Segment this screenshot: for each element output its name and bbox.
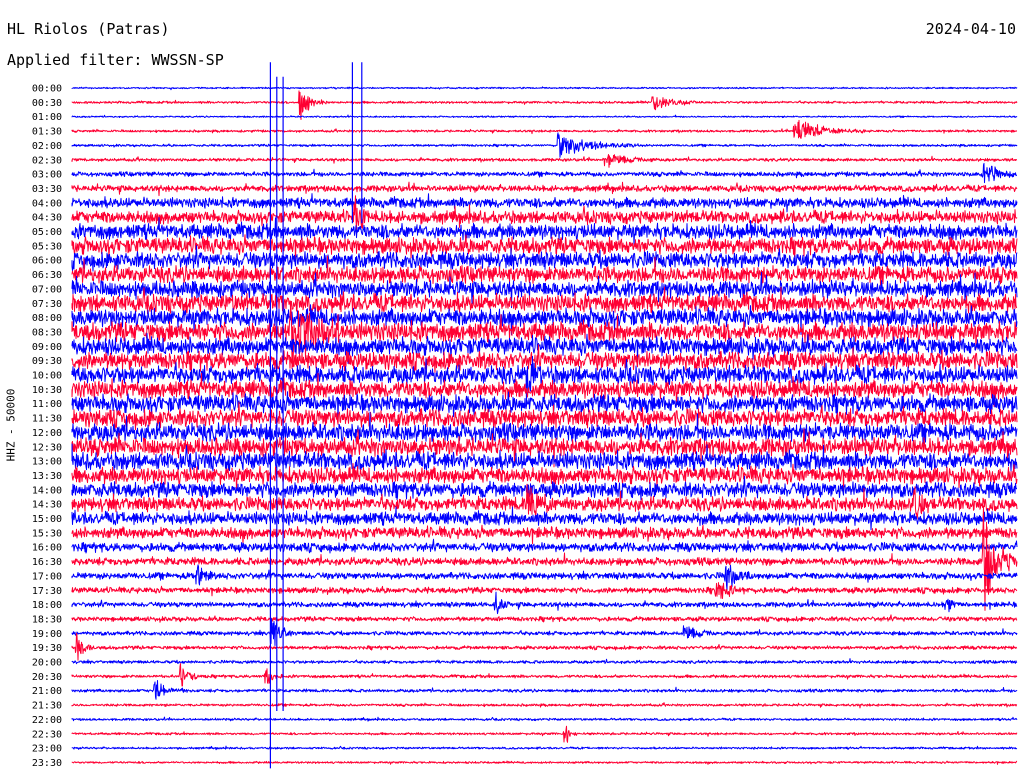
trace-row-0300: [71, 162, 1017, 184]
row-label-0600: 06:00: [32, 256, 62, 267]
row-label-1300: 13:00: [32, 457, 62, 468]
trace-row-2000: [71, 658, 1018, 665]
row-label-2100: 21:00: [32, 686, 62, 697]
trace-row-0230: [71, 154, 1018, 168]
trace-row-1930: [71, 632, 1018, 661]
seismic-traces: [71, 86, 1018, 765]
trace-row-1530: [71, 524, 1018, 545]
trace-row-2130: [71, 702, 1018, 709]
row-label-0830: 08:30: [32, 327, 62, 338]
row-label-0700: 07:00: [32, 284, 62, 295]
trace-row-1500: [71, 506, 1018, 531]
row-label-0230: 02:30: [32, 155, 62, 166]
trace-row-0400: [71, 193, 1018, 213]
row-label-0930: 09:30: [32, 356, 62, 367]
row-label-2330: 23:30: [32, 758, 62, 769]
row-label-1930: 19:30: [32, 643, 62, 654]
station-title: HL Riolos (Patras): [7, 20, 170, 38]
row-time-labels: 00:00 00:30 01:00 01:30 02:00 02:30 03:00 03:30…: [32, 84, 62, 769]
row-label-2130: 21:30: [32, 701, 62, 712]
row-label-0400: 04:00: [32, 198, 62, 209]
row-label-0500: 05:00: [32, 227, 62, 238]
row-label-2230: 22:30: [32, 729, 62, 740]
row-label-0030: 00:30: [32, 98, 62, 109]
row-label-1030: 10:30: [32, 385, 62, 396]
row-label-1200: 12:00: [32, 428, 62, 439]
trace-row-1800: [71, 591, 1018, 615]
row-label-2030: 20:30: [32, 672, 62, 683]
row-label-1730: 17:30: [32, 586, 62, 597]
row-label-1900: 19:00: [32, 629, 62, 640]
trace-row-1600: [71, 538, 1018, 554]
row-label-0330: 03:30: [32, 184, 62, 195]
row-label-1830: 18:30: [32, 614, 62, 625]
trace-row-2200: [71, 716, 1018, 722]
row-label-0730: 07:30: [32, 299, 62, 310]
row-label-1130: 11:30: [32, 414, 62, 425]
trace-row-0500: [71, 217, 1018, 247]
trace-row-2330: [71, 760, 1018, 765]
row-label-1400: 14:00: [32, 485, 62, 496]
row-label-1800: 18:00: [32, 600, 62, 611]
row-label-1500: 15:00: [32, 514, 62, 525]
trace-row-0130: [71, 119, 1017, 139]
row-label-1700: 17:00: [32, 571, 62, 582]
date-label: 2024-04-10: [925, 20, 1016, 38]
row-label-0130: 01:30: [32, 127, 62, 138]
trace-row-2300: [71, 745, 1018, 751]
row-label-0200: 02:00: [32, 141, 62, 152]
channel-axis-label: HHZ - 50000: [4, 388, 18, 462]
row-label-0800: 08:00: [32, 313, 62, 324]
trace-row-0100: [71, 114, 1018, 119]
row-label-2300: 23:00: [32, 744, 62, 755]
trace-row-0030: [71, 90, 1018, 120]
row-label-2000: 20:00: [32, 658, 62, 669]
row-label-1630: 16:30: [32, 557, 62, 568]
row-label-0100: 01:00: [32, 112, 62, 123]
trace-row-2230: [71, 725, 1018, 743]
row-label-1430: 14:30: [32, 500, 62, 511]
row-label-1530: 15:30: [32, 528, 62, 539]
trace-row-0200: [71, 132, 1018, 158]
trace-row-1700: [71, 564, 1018, 591]
trace-row-0000: [71, 86, 1018, 91]
row-label-0300: 03:00: [32, 170, 62, 181]
trace-row-0330: [71, 181, 1018, 197]
row-label-0630: 06:30: [32, 270, 62, 281]
helicorder-plot: 00:00 00:30 01:00 01:30 02:00 02:30 03:00 03:30…: [32, 62, 1018, 769]
filter-label: Applied filter: WWSSN-SP: [7, 51, 224, 69]
trace-row-1900: [71, 618, 1018, 646]
trace-row-2100: [71, 680, 1018, 700]
row-label-1100: 11:00: [32, 399, 62, 410]
row-label-0900: 09:00: [32, 342, 62, 353]
row-label-0530: 05:30: [32, 241, 62, 252]
row-label-2200: 22:00: [32, 715, 62, 726]
row-label-1000: 10:00: [32, 371, 62, 382]
row-label-1600: 16:00: [32, 543, 62, 554]
row-label-0000: 00:00: [32, 84, 62, 95]
row-label-0430: 04:30: [32, 213, 62, 224]
row-label-1230: 12:30: [32, 442, 62, 453]
trace-row-1830: [71, 614, 1018, 623]
trace-row-1730: [71, 582, 1018, 599]
trace-row-2030: [71, 663, 1018, 687]
row-label-1330: 13:30: [32, 471, 62, 482]
